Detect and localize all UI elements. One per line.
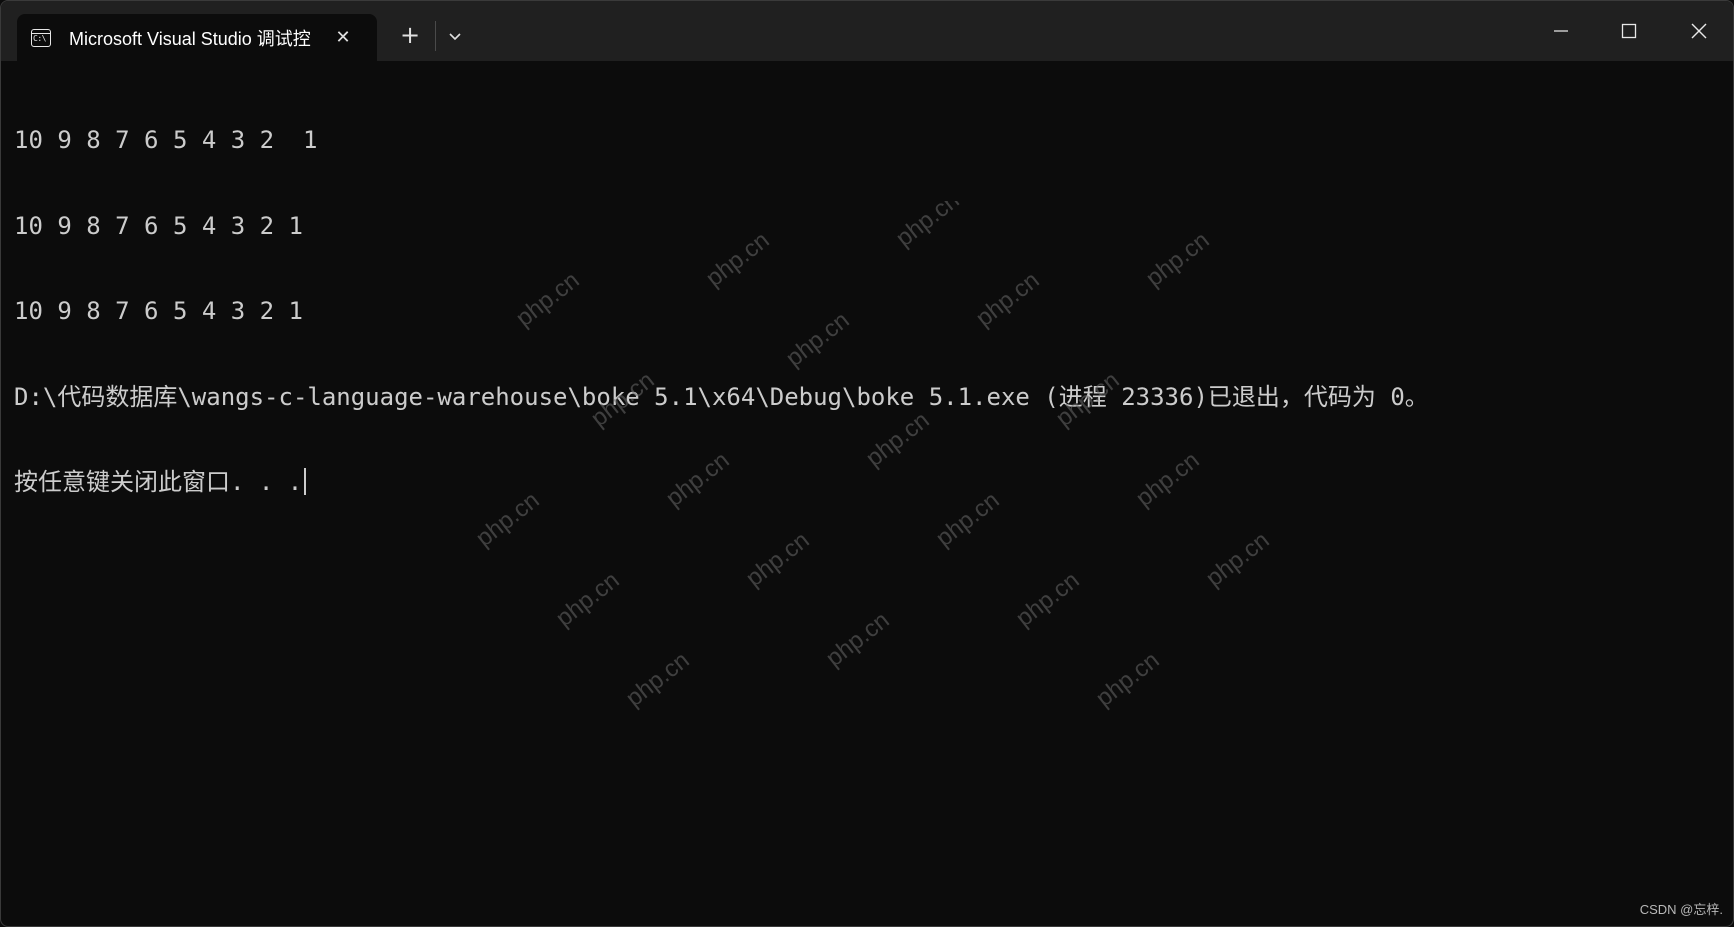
tab-title: Microsoft Visual Studio 调试控 (69, 28, 311, 49)
maximize-button[interactable] (1595, 1, 1663, 61)
tab-console[interactable]: C:\ Microsoft Visual Studio 调试控 ✕ (17, 14, 377, 61)
close-icon (1691, 23, 1707, 39)
credit-text: CSDN @忘梓. (1639, 902, 1723, 917)
minimize-button[interactable] (1527, 1, 1595, 61)
console-prompt-line: 按任意键关闭此窗口. . . (14, 468, 1429, 497)
watermark-text: php.cn (1091, 646, 1165, 713)
maximize-icon (1621, 23, 1637, 39)
plus-icon: + (399, 21, 421, 49)
watermark-text: php.cn (621, 646, 695, 713)
watermark-text: php.cn (551, 566, 625, 633)
close-window-button[interactable] (1665, 1, 1733, 61)
console-line: 按任意键关闭此窗口. . . (14, 468, 303, 496)
watermark-text: php.cn (1011, 566, 1085, 633)
tab-close-button[interactable]: ✕ (329, 24, 357, 52)
console-line: D:\代码数据库\wangs-c-language-warehouse\boke… (14, 382, 1429, 411)
console-output[interactable]: 10 9 8 7 6 5 4 3 2 1 10 9 8 7 6 5 4 3 2 … (14, 69, 1429, 554)
new-tab-button[interactable]: + (396, 21, 424, 49)
console-line: 10 9 8 7 6 5 4 3 2 1 (14, 211, 303, 240)
console-line: 10 9 8 7 6 5 4 3 2 1 (14, 126, 318, 154)
title-bar[interactable]: C:\ Microsoft Visual Studio 调试控 ✕ + (1, 1, 1733, 61)
console-line: 10 9 8 7 6 5 4 3 2 1 (14, 297, 303, 325)
text-cursor (304, 468, 307, 495)
tab-divider (435, 21, 436, 51)
close-icon: ✕ (335, 27, 351, 48)
minimize-icon (1554, 30, 1568, 32)
chevron-down-icon (449, 33, 461, 41)
terminal-window: C:\ Microsoft Visual Studio 调试控 ✕ + 10 9… (0, 0, 1734, 927)
tab-dropdown-button[interactable] (441, 23, 469, 51)
console-icon: C:\ (31, 28, 51, 47)
watermark-text: php.cn (821, 606, 895, 673)
